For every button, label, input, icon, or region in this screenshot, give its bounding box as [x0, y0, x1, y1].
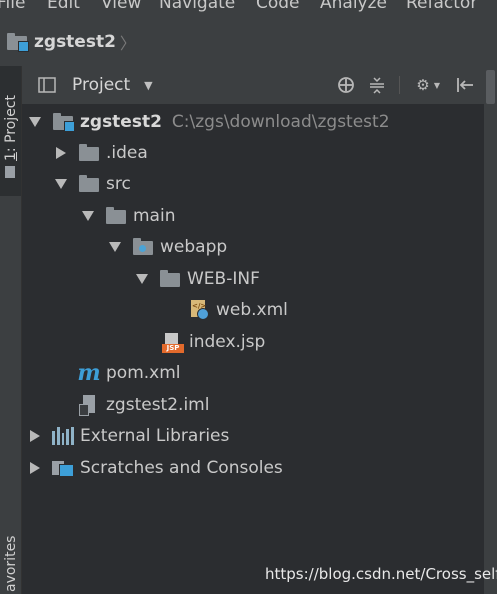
tree-node-web-inf[interactable]: WEB-INF [135, 265, 260, 293]
expanded-arrow-icon[interactable] [135, 272, 149, 286]
menu-view[interactable]: View [101, 0, 141, 13]
maven-icon: m [77, 360, 101, 386]
menu-code[interactable]: Code [256, 0, 300, 13]
menu-navigate[interactable]: Navigate [159, 0, 235, 13]
library-icon [52, 426, 74, 446]
tree-node-webapp[interactable]: webapp [108, 233, 227, 261]
node-label: zgstest2.iml [106, 395, 210, 415]
web-folder-icon [132, 237, 154, 257]
project-view-icon [36, 75, 58, 95]
toolbar-divider [399, 76, 400, 94]
project-structure-icon [5, 166, 15, 178]
breadcrumb-project-label: zgstest2 [34, 32, 116, 52]
module-folder-icon [52, 112, 75, 132]
xml-file-icon [188, 300, 210, 320]
node-label: main [133, 206, 176, 226]
collapse-all-icon[interactable] [366, 74, 388, 96]
node-label: web.xml [216, 300, 288, 320]
folder-icon [78, 143, 100, 163]
node-label: webapp [160, 237, 228, 257]
node-label: WEB-INF [187, 269, 260, 289]
tab-project-label: 1: Project [3, 95, 19, 161]
tree-node-scratches[interactable]: Scratches and Consoles [28, 454, 283, 482]
tab-favorites-label[interactable]: avorites [3, 536, 19, 592]
node-label: External Libraries [80, 426, 230, 446]
tree-node-main[interactable]: main [81, 202, 175, 230]
tree-node-pom-xml[interactable]: m pom.xml [77, 359, 181, 387]
node-label: index.jsp [189, 332, 266, 352]
folder-icon [105, 206, 127, 226]
menu-analyze[interactable]: Analyze [320, 0, 387, 13]
module-folder-icon [6, 32, 29, 52]
tree-node-web-xml[interactable]: web.xml [188, 296, 288, 324]
chevron-right-icon: 〉 [119, 34, 136, 53]
menu-edit[interactable]: Edit [47, 0, 80, 13]
tree-node-project-root[interactable]: zgstest2 C:\zgs\download\zgstest2 [28, 108, 390, 136]
expanded-arrow-icon[interactable] [108, 240, 122, 254]
scratches-icon [52, 458, 74, 478]
tree-node-src[interactable]: src [54, 170, 131, 198]
locate-target-icon[interactable] [335, 74, 357, 96]
menu-file[interactable]: File [0, 0, 25, 13]
breadcrumb[interactable]: zgstest2 〉 [6, 32, 136, 53]
collapsed-arrow-icon[interactable] [54, 146, 68, 160]
watermark: https://blog.csdn.net/Cross_self [265, 565, 497, 583]
node-label: pom.xml [106, 363, 181, 383]
scrollbar[interactable] [484, 66, 497, 594]
project-view-selector[interactable]: Project ▼ [36, 75, 153, 95]
folder-icon [78, 174, 100, 194]
hide-panel-icon[interactable] [454, 74, 476, 96]
menu-refactor[interactable]: Refactor [406, 0, 477, 13]
scrollbar-thumb[interactable] [486, 70, 495, 104]
dropdown-arrow-icon: ▼ [144, 78, 153, 92]
tab-project[interactable]: 1: Project [0, 66, 21, 196]
gear-dropdown-arrow-icon[interactable]: ▼ [426, 74, 448, 96]
tree-node-iml[interactable]: zgstest2.iml [78, 391, 209, 419]
menu-bar: File Edit View Navigate Code Analyze Ref… [0, 0, 497, 14]
node-path: C:\zgs\download\zgstest2 [171, 112, 390, 132]
expanded-arrow-icon[interactable] [81, 209, 95, 223]
tree-node-index-jsp[interactable]: JSP index.jsp [161, 328, 265, 356]
tree-node-external-libraries[interactable]: External Libraries [28, 422, 229, 450]
navigation-bar: zgstest2 〉 [0, 14, 497, 67]
module-file-icon [78, 395, 100, 416]
node-label: Scratches and Consoles [80, 458, 283, 478]
expanded-arrow-icon[interactable] [54, 177, 68, 191]
project-tree: zgstest2 C:\zgs\download\zgstest2 .idea … [22, 104, 484, 594]
node-label: .idea [106, 143, 148, 163]
node-label: zgstest2 [80, 112, 162, 132]
tree-node-idea[interactable]: .idea [54, 139, 148, 167]
node-label: src [106, 174, 131, 194]
jsp-file-icon: JSP [161, 332, 184, 353]
collapsed-arrow-icon[interactable] [28, 461, 42, 475]
panel-title: Project [72, 75, 131, 95]
expanded-arrow-icon[interactable] [28, 115, 42, 129]
folder-icon [159, 269, 181, 289]
collapsed-arrow-icon[interactable] [28, 429, 42, 443]
project-panel-header: Project ▼ ⚙ ▼ [22, 66, 484, 105]
